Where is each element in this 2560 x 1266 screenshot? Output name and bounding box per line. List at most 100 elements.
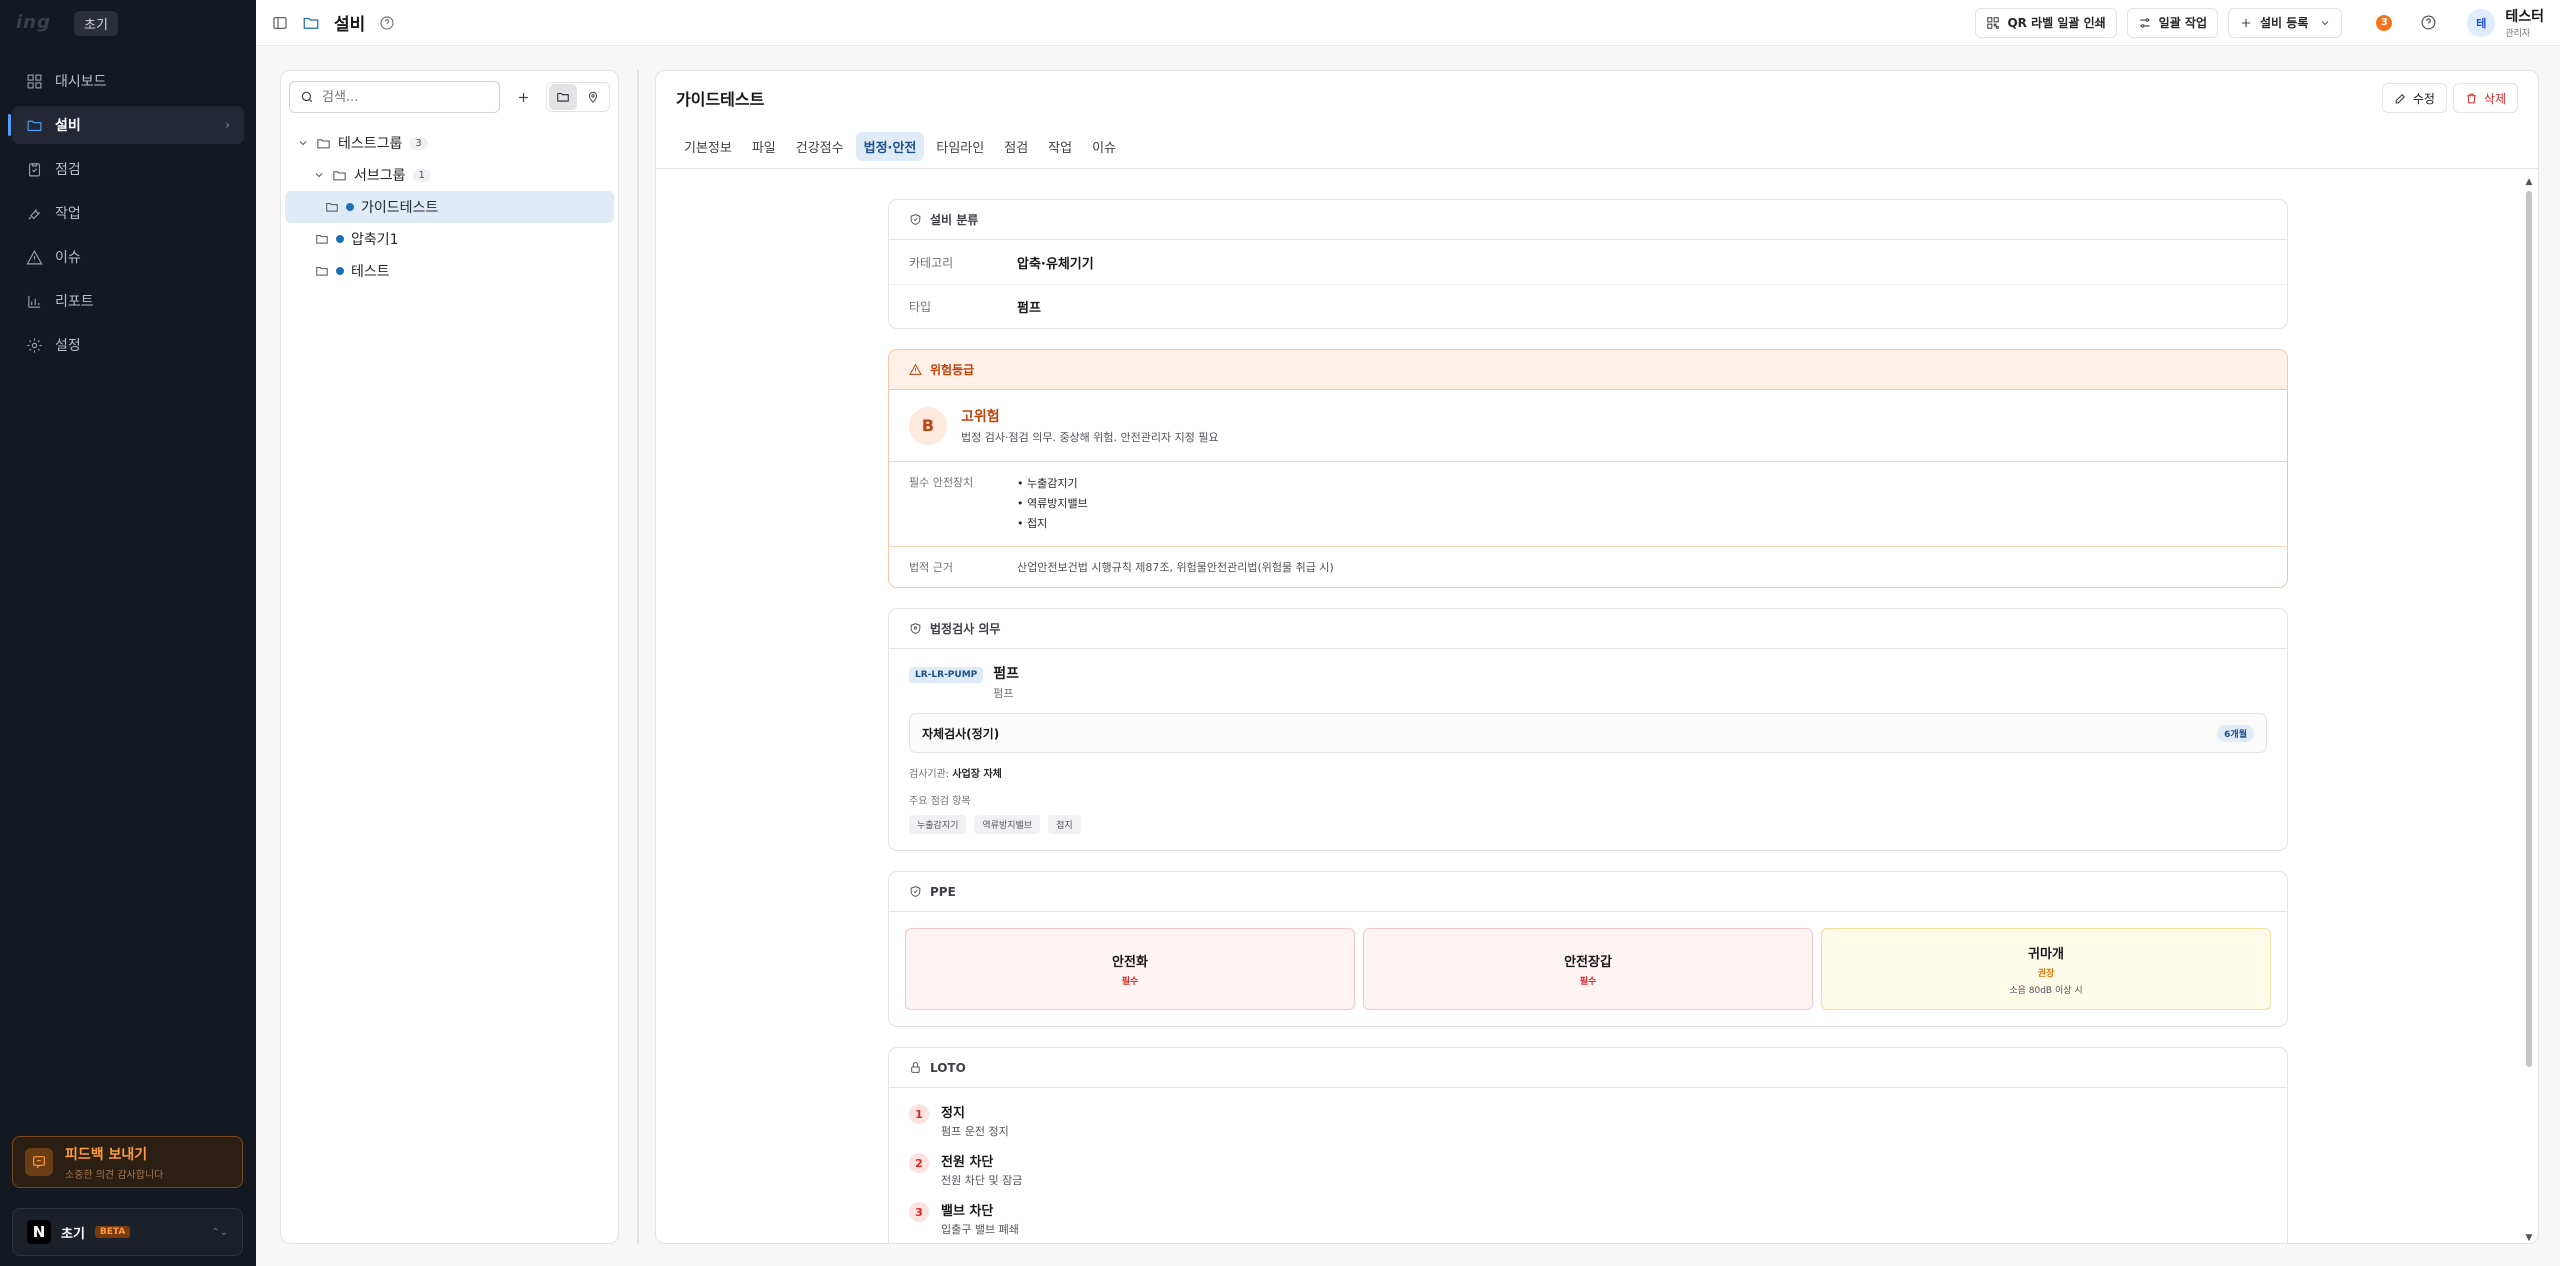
chevron-down-icon[interactable] [297,137,309,149]
tab-inspection[interactable]: 점검 [996,132,1036,161]
sidebar-item-dashboard[interactable]: 대시보드 [12,62,244,100]
org-badge[interactable]: 초기 [74,10,118,36]
kv-row: 카테고리 압축·유체기기 [889,240,2287,284]
equipment-tree-panel: 테스트그룹 3 서브그룹 1 가이드테스트 압축기1 테스트 [280,70,619,1244]
step-number: 1 [909,1104,929,1124]
tag: 누출감지기 [909,815,967,834]
folder-icon [302,14,320,32]
map-pin-icon [588,91,598,103]
register-equipment-button[interactable]: 설비 등록 [2228,7,2343,38]
tree-node-selected[interactable]: 가이드테스트 [285,191,614,223]
loto-card: LOTO 1 정지 펌프 운전 정지 2 전원 차단 전원 차단 및 잠금 3 … [888,1047,2288,1243]
chevron-right-icon: › [225,118,230,132]
tab-work[interactable]: 작업 [1040,132,1080,161]
help-circle-icon[interactable] [379,15,395,31]
ppe-card: PPE 안전화 필수 안전장갑 필수 귀마개 권장 소음 80dB 이상 시 [888,871,2288,1027]
ppe-name: 안전화 [1112,955,1148,970]
detail-title: 가이드테스트 [676,90,765,109]
beta-badge: BETA [94,1226,131,1238]
sidebar-nav: 대시보드 설비 › 점검 작업 이슈 리포트 설정 [0,46,256,364]
qr-code-icon [1987,16,2000,29]
tree-toolbar [281,71,618,123]
step-title: 밸브 차단 [941,1204,994,1219]
sidebar-top: ing 초기 [0,0,256,46]
tab-timeline[interactable]: 타임라인 [928,132,992,161]
tree-node[interactable]: 서브그룹 1 [285,159,614,191]
sidebar-toggle-icon[interactable] [272,15,288,31]
scroll-down-icon[interactable]: ▼ [2524,1233,2534,1243]
panel-resizer[interactable] [637,70,639,1244]
kv-key: 법적 근거 [909,561,953,574]
clipboard-icon [28,162,41,176]
inspection-type: 자체검사(정기) [922,726,1000,741]
sidebar-item-label: 대시보드 [55,74,107,90]
risk-description: 법정 검사·점검 의무. 중상해 위험. 안전관리자 지정 필요 [961,431,1219,444]
ppe-item: 귀마개 권장 소음 80dB 이상 시 [1821,928,2271,1010]
tag: 접지 [1048,815,1081,834]
equipment-tree: 테스트그룹 3 서브그룹 1 가이드테스트 압축기1 테스트 [281,123,618,287]
bulk-action-button[interactable]: 일괄 작업 [2126,7,2219,38]
folder-open-icon [333,170,346,180]
sidebar-item-work[interactable]: 작업 [12,194,244,232]
wrench-icon [28,208,40,220]
bulk-action-label: 일괄 작업 [2158,16,2208,30]
tree-node-label: 테스트 [351,264,390,280]
folder-view-button[interactable] [549,84,577,110]
user-menu[interactable]: 테 테스터 관리자 [2467,6,2544,39]
user-name: 테스터 [2505,9,2544,25]
tab-health-score[interactable]: 건강점수 [788,132,852,161]
inspection-authority: 검사기관: 사업장 자체 [909,765,2267,780]
chevron-down-icon[interactable] [313,169,325,181]
legal-safety-content: 설비 분류 카테고리 압축·유체기기 타입 펌프 위험등급 B 고위험 법정 검… [888,199,2288,1243]
folder-icon [316,267,328,276]
delete-button[interactable]: 삭제 [2452,83,2518,113]
ppe-grid: 안전화 필수 안전장갑 필수 귀마개 권장 소음 80dB 이상 시 [889,912,2287,1026]
tab-basic-info[interactable]: 기본정보 [676,132,740,161]
tab-issues[interactable]: 이슈 [1084,132,1124,161]
edit-button[interactable]: 수정 [2381,83,2447,113]
sidebar-item-reports[interactable]: 리포트 [12,282,244,320]
card-title: PPE [930,884,956,899]
location-view-button[interactable] [579,84,607,110]
tree-node[interactable]: 테스트 [285,255,614,287]
tree-node[interactable]: 압축기1 [285,223,614,255]
tree-node-label: 서브그룹 [354,168,406,184]
tab-legal-safety[interactable]: 법정·안전 [855,132,925,161]
view-toggle [546,82,610,112]
scroll-up-icon[interactable]: ▲ [2524,177,2534,187]
scrollbar-thumb[interactable] [2526,191,2532,1067]
inspection-name: 펌프 [993,666,1020,682]
card-header: 설비 분류 [889,200,2287,240]
kv-key: 카테고리 [909,255,954,270]
folder-icon [316,235,328,244]
tree-node-label: 압축기1 [351,232,399,248]
sidebar-item-label: 작업 [55,206,81,222]
qr-print-button[interactable]: QR 라벨 일괄 인쇄 [1975,7,2117,38]
loto-step: 3 밸브 차단 입출구 밸브 폐쇄 [909,1200,2267,1237]
tab-files[interactable]: 파일 [744,132,784,161]
risk-grade-badge: B [909,406,947,445]
help-circle-icon[interactable] [2420,14,2437,31]
kv-key: 필수 안전장치 [909,476,974,489]
add-node-button[interactable] [508,82,538,112]
loto-steps: 1 정지 펌프 운전 정지 2 전원 차단 전원 차단 및 잠금 3 밸브 차단… [889,1088,2287,1243]
notifications-button[interactable]: 3 [2370,9,2398,37]
workspace-switcher[interactable]: N 초기 BETA ⌃⌄ [12,1208,243,1256]
edit-label: 수정 [2412,91,2435,106]
scrollbar[interactable]: ▲ ▼ [2524,177,2534,1243]
search-input[interactable] [322,89,482,105]
kv-value: 산업안전보건법 시행규칙 제87조, 위험물안전관리법(위험물 취급 시) [1017,561,1334,574]
sidebar: ing 초기 대시보드 설비 › 점검 작업 이슈 리포트 설정 피드백 보내기… [0,0,256,1266]
sidebar-item-settings[interactable]: 설정 [12,326,244,364]
sidebar-item-inspection[interactable]: 점검 [12,150,244,188]
folder-icon [27,120,42,131]
tree-node[interactable]: 테스트그룹 3 [285,127,614,159]
sidebar-item-issues[interactable]: 이슈 [12,238,244,276]
step-title: 전원 차단 [941,1155,994,1170]
shield-icon [910,623,921,634]
sidebar-item-label: 설정 [55,338,81,354]
sidebar-item-equipment[interactable]: 설비 › [8,106,244,144]
app-logo[interactable]: ing [16,12,60,34]
tree-node-label: 테스트그룹 [338,136,403,152]
feedback-button[interactable]: 피드백 보내기 소중한 의견 감사합니다 [12,1136,243,1188]
